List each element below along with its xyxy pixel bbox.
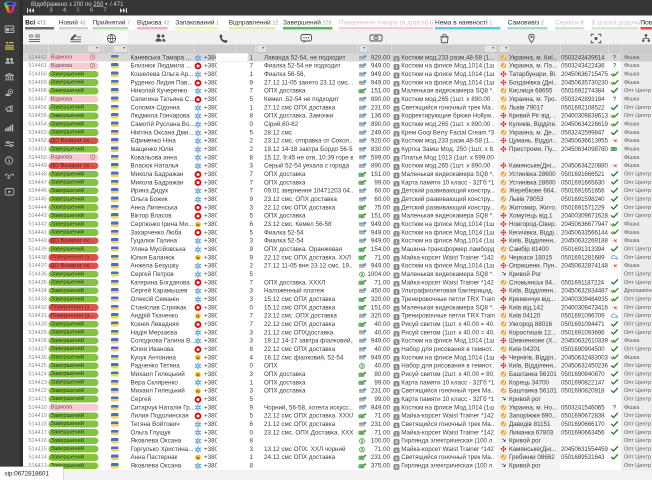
svg-text:lc: lc: [196, 456, 199, 460]
svg-text:lc: lc: [196, 356, 199, 360]
svg-text:lc: lc: [196, 373, 199, 377]
svg-text:lc: lc: [196, 314, 199, 318]
svg-text:ID: ID: [29, 34, 34, 39]
svg-text:lc: lc: [196, 256, 199, 260]
svg-text:lc: lc: [196, 389, 199, 393]
svg-text:lc: lc: [196, 223, 199, 227]
